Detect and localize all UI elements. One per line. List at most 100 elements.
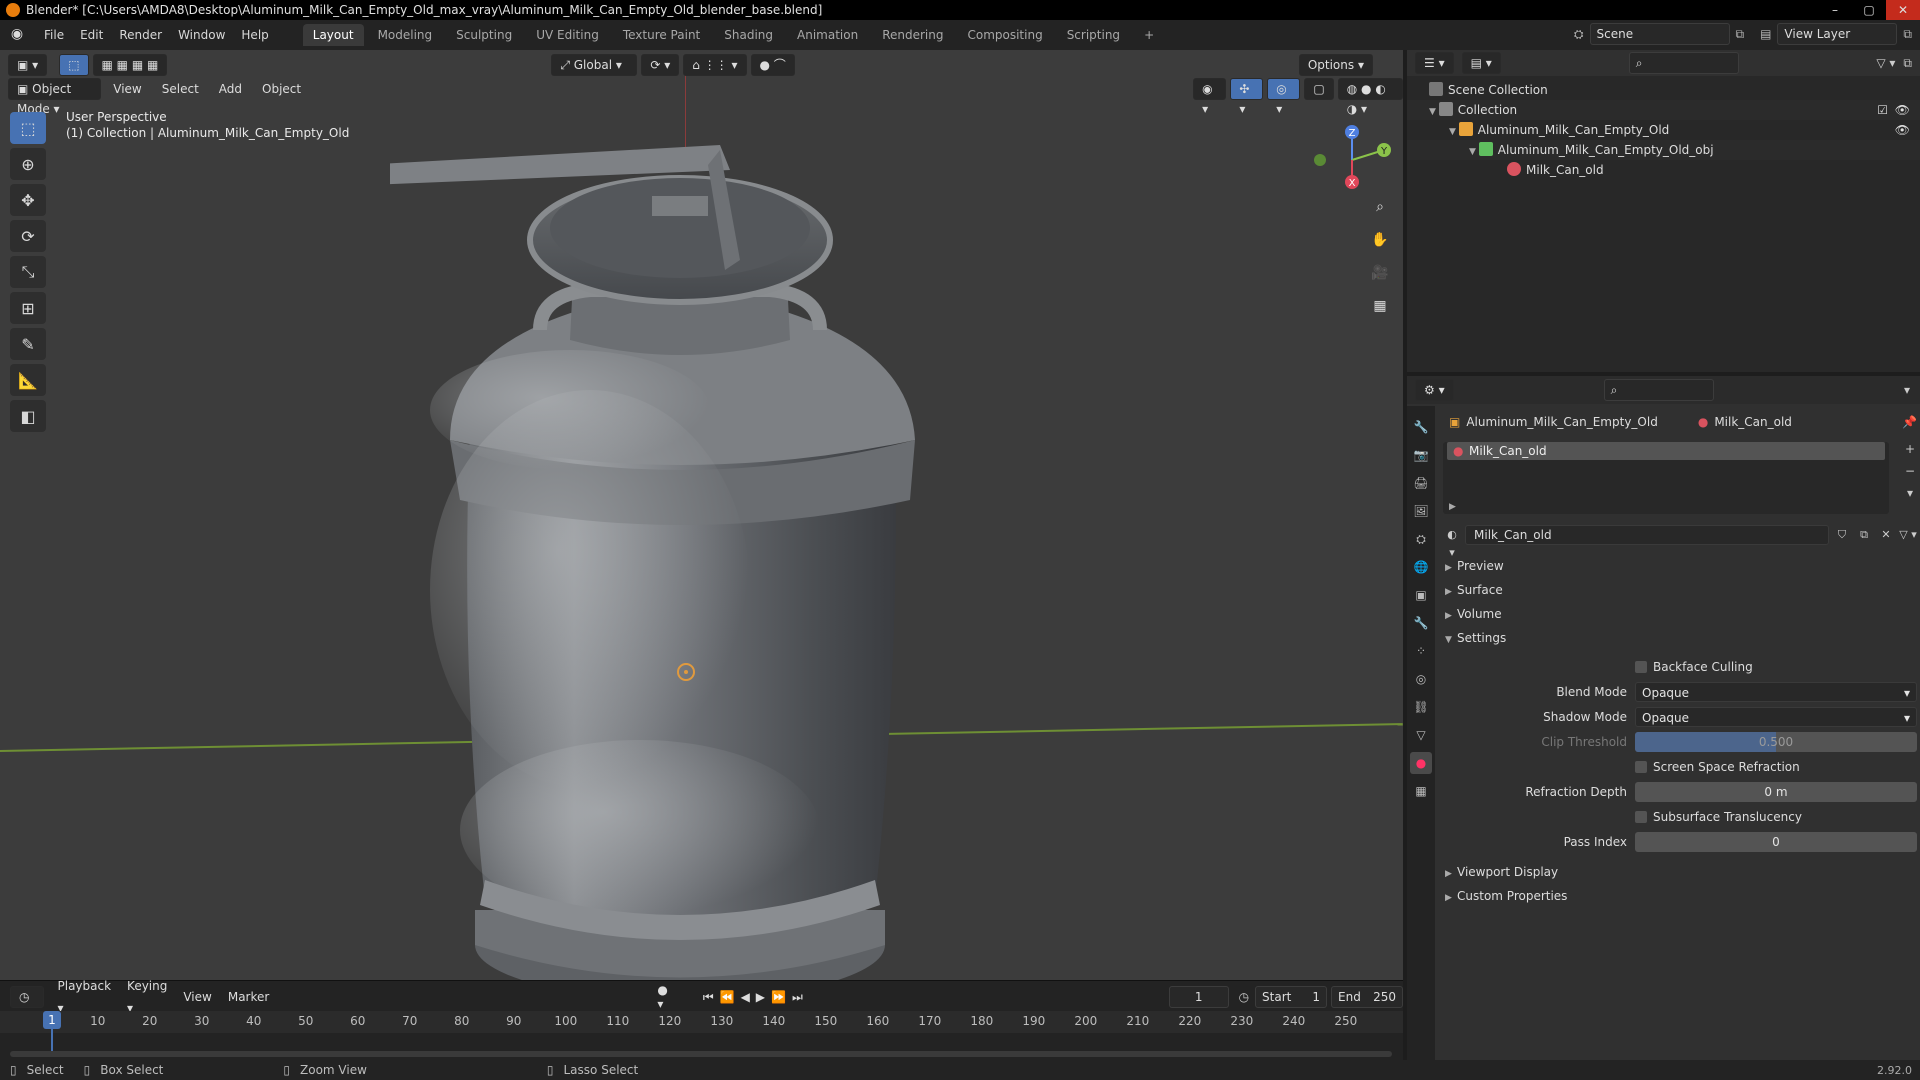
scene-selector[interactable]: Scene — [1589, 23, 1730, 45]
playhead[interactable]: 1 — [43, 1011, 61, 1029]
options-dropdown[interactable]: Options ▾ — [1298, 54, 1373, 76]
move-tool-icon[interactable]: ✥ — [10, 184, 46, 216]
material-tab-icon[interactable]: ● — [1410, 752, 1432, 774]
physics-tab-icon[interactable]: ◎ — [1410, 668, 1432, 690]
measure-tool-icon[interactable]: 📐 — [10, 364, 46, 396]
refraction-depth-field[interactable]: 0 m — [1635, 781, 1917, 802]
subsurface-translucency-checkbox[interactable] — [1635, 810, 1647, 823]
menu-edit[interactable]: Edit — [72, 28, 111, 42]
outliner-editor[interactable]: ☰ ▾ ▤ ▾ ⌕ ▽ ▾ ⧉ Scene Collection ▼ Colle… — [1407, 50, 1920, 372]
particles-tab-icon[interactable]: ⁘ — [1410, 640, 1432, 662]
tab-rendering[interactable]: Rendering — [872, 24, 953, 46]
panel-preview[interactable]: ▶ Preview — [1439, 554, 1917, 578]
shadow-mode-dropdown[interactable]: Opaque ▾ — [1635, 706, 1917, 727]
material-slot-item[interactable]: ● Milk_Can_old — [1447, 442, 1885, 460]
timeline-editor-type-icon[interactable]: ◷ ▾ — [10, 986, 44, 1024]
viewport-menu-add[interactable]: Add — [211, 78, 250, 100]
pass-index-field[interactable]: 0 — [1635, 831, 1917, 852]
properties-editor[interactable]: ⚙ ▾ ⌕ ▾ 🔧 📷 🖨 🖼 ⛭ 🌐 ▣ 🔧 ⁘ ◎ ⛓ ▽ ● ▦ ▣ Al… — [1407, 376, 1920, 1060]
remove-slot-icon[interactable]: − — [1901, 464, 1919, 482]
object-data-tab-icon[interactable]: ▽ — [1410, 724, 1432, 746]
frame-ruler[interactable]: 1102030405060708090100110120130140150160… — [0, 1011, 1403, 1033]
panel-surface[interactable]: ▶ Surface — [1439, 578, 1917, 602]
shading-mode-icons[interactable]: ◍ ● ◐ ◑ ▾ — [1337, 78, 1403, 116]
render-tab-icon[interactable]: 📷 — [1410, 444, 1432, 466]
transform-orientation-dropdown[interactable]: ⤢ Global ▾ — [551, 54, 638, 76]
mode-dropdown[interactable]: ▣ Object Mode ▾ — [8, 78, 102, 116]
close-button[interactable]: ✕ — [1886, 0, 1920, 20]
outliner-material[interactable]: Milk_Can_old — [1407, 160, 1920, 180]
blend-mode-dropdown[interactable]: Opaque ▾ — [1635, 681, 1917, 702]
timeline-menu-marker[interactable]: Marker — [220, 986, 277, 1008]
visibility-icon[interactable]: ◉ ▾ — [1193, 78, 1227, 116]
panel-volume[interactable]: ▶ Volume — [1439, 602, 1917, 626]
tab-scripting[interactable]: Scripting — [1057, 24, 1130, 46]
pin-icon[interactable]: 📌 — [1902, 415, 1917, 429]
screen-space-refraction-checkbox[interactable] — [1635, 760, 1647, 773]
texture-tab-icon[interactable]: ▦ — [1410, 780, 1432, 802]
tab-sculpting[interactable]: Sculpting — [446, 24, 522, 46]
add-cube-tool-icon[interactable]: ◧ — [10, 400, 46, 432]
zoom-icon[interactable]: ⌕ — [1366, 195, 1394, 219]
object-tab-icon[interactable]: ▣ — [1410, 584, 1432, 606]
outliner-mesh[interactable]: ▼ Aluminum_Milk_Can_Empty_Old_obj — [1407, 140, 1920, 160]
menu-help[interactable]: Help — [233, 28, 276, 42]
tool-tab-icon[interactable]: 🔧 — [1410, 416, 1432, 438]
filter-icon[interactable]: ▽ ▾ — [1876, 56, 1895, 70]
panel-settings[interactable]: ▼ Settings — [1439, 626, 1917, 650]
modifier-tab-icon[interactable]: 🔧 — [1410, 612, 1432, 634]
camera-view-icon[interactable]: 🎥 — [1366, 261, 1394, 285]
properties-options-icon[interactable]: ▾ — [1904, 383, 1910, 397]
collection-visibility-eye-icon[interactable]: 👁 — [1895, 100, 1910, 120]
xray-toggle-icon[interactable]: ▢ — [1304, 78, 1334, 100]
blender-menu-icon[interactable]: ◉ — [8, 26, 26, 44]
timeline-scrollbar[interactable] — [10, 1051, 1392, 1057]
cursor-tool-icon[interactable]: ⊕ — [10, 148, 46, 180]
transform-tool-icon[interactable]: ⊞ — [10, 292, 46, 324]
world-tab-icon[interactable]: 🌐 — [1410, 556, 1432, 578]
scene-tab-icon[interactable]: ⛭ — [1410, 528, 1432, 550]
gizmo-neg-y-axis[interactable] — [1314, 154, 1326, 166]
menu-window[interactable]: Window — [170, 28, 233, 42]
navigation-gizmo[interactable]: Z Y X — [1300, 110, 1400, 200]
view-layer-icon[interactable]: ▤ — [1760, 27, 1771, 41]
proportional-edit-icon[interactable]: ● ⌒ — [750, 54, 795, 76]
material-link-icon[interactable]: ▽ ▾ — [1899, 526, 1917, 544]
tab-uv-editing[interactable]: UV Editing — [526, 24, 609, 46]
outliner-object[interactable]: ▼ Aluminum_Milk_Can_Empty_Old 👁 — [1407, 120, 1920, 140]
select-tool-icon[interactable]: ⬚ — [59, 54, 89, 76]
new-scene-icon[interactable]: ⧉ — [1736, 27, 1745, 42]
snap-icon[interactable]: ⌂ ⋮⋮ ▾ — [683, 54, 747, 76]
properties-search-input[interactable]: ⌕ — [1603, 379, 1714, 401]
material-slot-list[interactable]: ● Milk_Can_old ▶ — [1443, 442, 1889, 514]
tab-compositing[interactable]: Compositing — [957, 24, 1052, 46]
viewport-menu-object[interactable]: Object — [254, 78, 309, 100]
3d-viewport[interactable]: ▣ ▾ ⬚ ▦ ▦ ▦ ▦ ⤢ Global ▾ ⟳ ▾ ⌂ ⋮⋮ ▾ ● ⌒ … — [0, 50, 1403, 980]
new-view-layer-icon[interactable]: ⧉ — [1903, 27, 1912, 42]
unlink-material-icon[interactable]: ✕ — [1877, 526, 1895, 544]
pan-hand-icon[interactable]: ✋ — [1366, 228, 1394, 252]
menu-file[interactable]: File — [36, 28, 72, 42]
material-name-field[interactable]: Milk_Can_old — [1465, 525, 1829, 545]
timeline-editor[interactable]: ◷ ▾ Playback ▾ Keying ▾ View Marker ● ▾ … — [0, 979, 1404, 1060]
outliner-editor-type-icon[interactable]: ☰ ▾ — [1415, 52, 1454, 74]
perspective-grid-icon[interactable]: ▦ — [1366, 294, 1394, 318]
editor-type-icon[interactable]: ▣ ▾ — [8, 54, 48, 76]
menu-render[interactable]: Render — [111, 28, 170, 42]
end-frame-field[interactable]: End 250 — [1331, 986, 1404, 1008]
new-collection-icon[interactable]: ⧉ — [1903, 56, 1912, 71]
maximize-button[interactable]: ▢ — [1852, 0, 1886, 20]
selection-mode-icons[interactable]: ▦ ▦ ▦ ▦ — [92, 54, 168, 76]
slot-menu-icon[interactable]: ▾ — [1901, 486, 1919, 504]
milk-can-model[interactable] — [390, 110, 970, 980]
output-tab-icon[interactable]: 🖨 — [1410, 472, 1432, 494]
fake-user-icon[interactable]: ⛉ — [1833, 526, 1851, 544]
tab-modeling[interactable]: Modeling — [368, 24, 443, 46]
outliner-search-input[interactable]: ⌕ — [1628, 52, 1739, 74]
viewport-menu-select[interactable]: Select — [154, 78, 207, 100]
viewport-menu-view[interactable]: View — [105, 78, 149, 100]
tab-animation[interactable]: Animation — [787, 24, 868, 46]
start-frame-field[interactable]: Start 1 — [1255, 986, 1328, 1008]
minimize-button[interactable]: – — [1818, 0, 1852, 20]
playback-controls[interactable]: ⏮⏪◀▶⏩⏭ — [703, 990, 809, 1005]
